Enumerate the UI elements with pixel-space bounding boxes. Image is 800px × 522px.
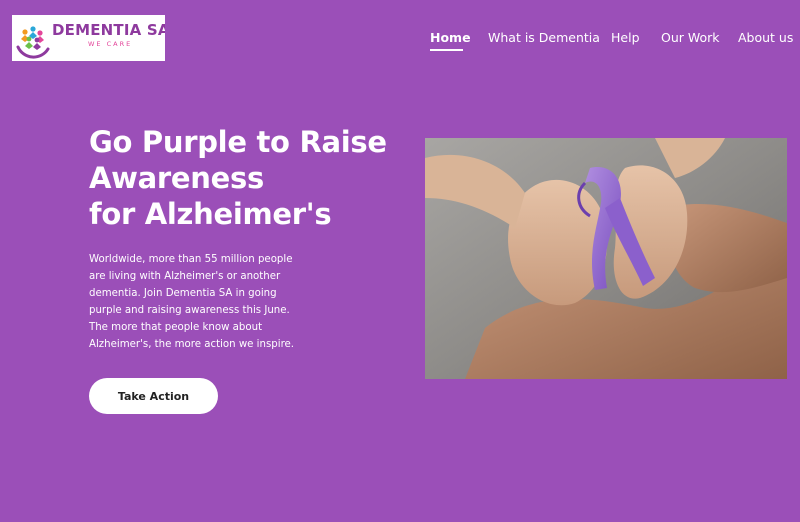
hero-title: Go Purple to Raise Awareness for Alzheim…	[89, 124, 409, 232]
main-nav: Home What is Dementia Help Our Work Abou…	[0, 30, 800, 51]
nav-our-work[interactable]: Our Work	[661, 30, 720, 45]
nav-what-is-dementia[interactable]: What is Dementia	[488, 30, 600, 45]
nav-active-underline	[430, 49, 463, 51]
hands-holding-ribbon-icon	[425, 138, 787, 379]
nav-home[interactable]: Home	[430, 30, 471, 45]
hero-title-line: Go Purple to Raise	[89, 125, 387, 159]
hero-title-line: Awareness	[89, 161, 264, 195]
nav-about-us[interactable]: About us	[738, 30, 793, 45]
hero-description: Worldwide, more than 55 million people a…	[89, 254, 295, 350]
hero-image	[425, 138, 787, 379]
nav-help[interactable]: Help	[611, 30, 640, 45]
take-action-button[interactable]: Take Action	[89, 378, 218, 414]
hero-title-line: for Alzheimer's	[89, 197, 332, 231]
